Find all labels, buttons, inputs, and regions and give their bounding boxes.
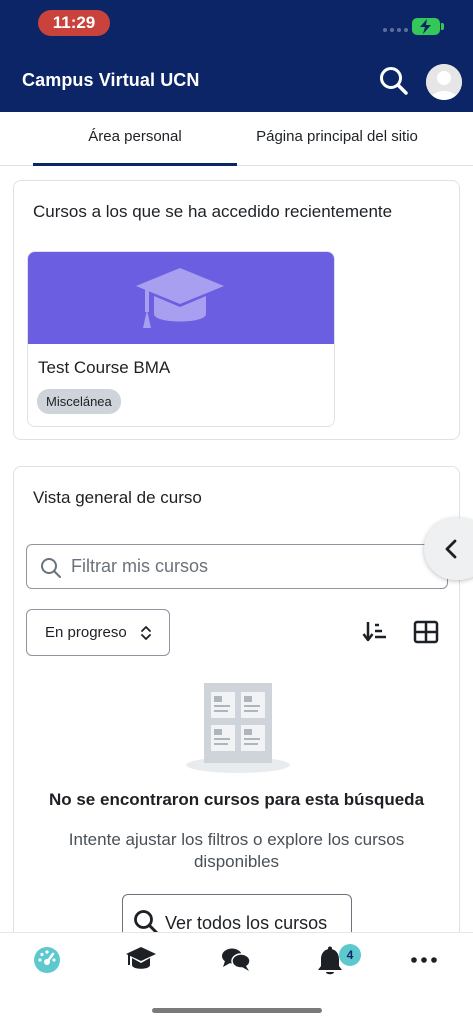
sort-button[interactable] [362, 619, 388, 645]
notifications-badge: 4 [339, 944, 361, 966]
empty-state-title: No se encontraron cursos para esta búsqu… [48, 790, 425, 809]
view-all-courses-label: Ver todos los cursos [165, 913, 328, 933]
search-icon [380, 67, 408, 95]
course-overview-title: Vista general de curso [33, 488, 202, 507]
grid-icon [413, 620, 439, 644]
courses-icon [126, 947, 156, 969]
tab-site-home[interactable]: Página principal del sitio [237, 112, 437, 166]
magnifier-icon [41, 558, 61, 578]
progress-filter-select[interactable]: En progreso [26, 609, 170, 656]
course-image [28, 252, 334, 344]
empty-state-description: Intente ajustar los filtros o explore lo… [68, 830, 405, 871]
chat-icon [222, 948, 251, 971]
nav-courses[interactable] [119, 943, 163, 979]
signal-icon [383, 28, 408, 32]
sort-icon [362, 622, 386, 642]
filter-courses-input[interactable] [71, 545, 431, 588]
battery-icon [412, 18, 440, 35]
grid-view-button[interactable] [413, 619, 439, 645]
course-category-badge: Miscelánea [37, 389, 121, 414]
nav-notifications[interactable]: 4 [309, 943, 361, 979]
empty-courses-illustration [186, 683, 290, 773]
app-header: 11:29 Campus Virtual UCN [0, 0, 473, 112]
avatar[interactable] [426, 64, 462, 100]
avatar-icon [426, 64, 462, 100]
nav-messages[interactable] [214, 943, 258, 979]
course-card[interactable]: Test Course BMA Miscelánea [27, 251, 335, 427]
chevron-up-down-icon [141, 626, 151, 640]
page-tabs: Área personal Página principal del sitio [0, 112, 473, 166]
nav-more[interactable] [403, 943, 447, 979]
nav-dashboard[interactable] [26, 943, 70, 979]
recent-courses-title: Cursos a los que se ha accedido reciente… [33, 202, 393, 221]
recent-courses-card: Cursos a los que se ha accedido reciente… [13, 180, 460, 440]
battery-tip [441, 23, 444, 30]
home-indicator [152, 1008, 322, 1013]
graduation-cap-icon [136, 268, 224, 328]
dashboard-icon [34, 947, 60, 973]
screen: 11:29 Campus Virtual UCN Área personal P… [0, 0, 473, 1024]
course-overview-card: Vista general de curso En progreso [13, 466, 460, 986]
course-name: Test Course BMA [38, 358, 171, 377]
search-button[interactable] [377, 64, 411, 98]
status-time: 11:29 [38, 10, 110, 36]
more-icon [411, 957, 437, 963]
filter-courses-field[interactable] [26, 544, 448, 589]
chevron-left-icon [445, 539, 457, 559]
progress-filter-value: En progreso [45, 624, 127, 641]
tab-personal-area[interactable]: Área personal [33, 112, 237, 166]
app-title: Campus Virtual UCN [22, 70, 200, 90]
